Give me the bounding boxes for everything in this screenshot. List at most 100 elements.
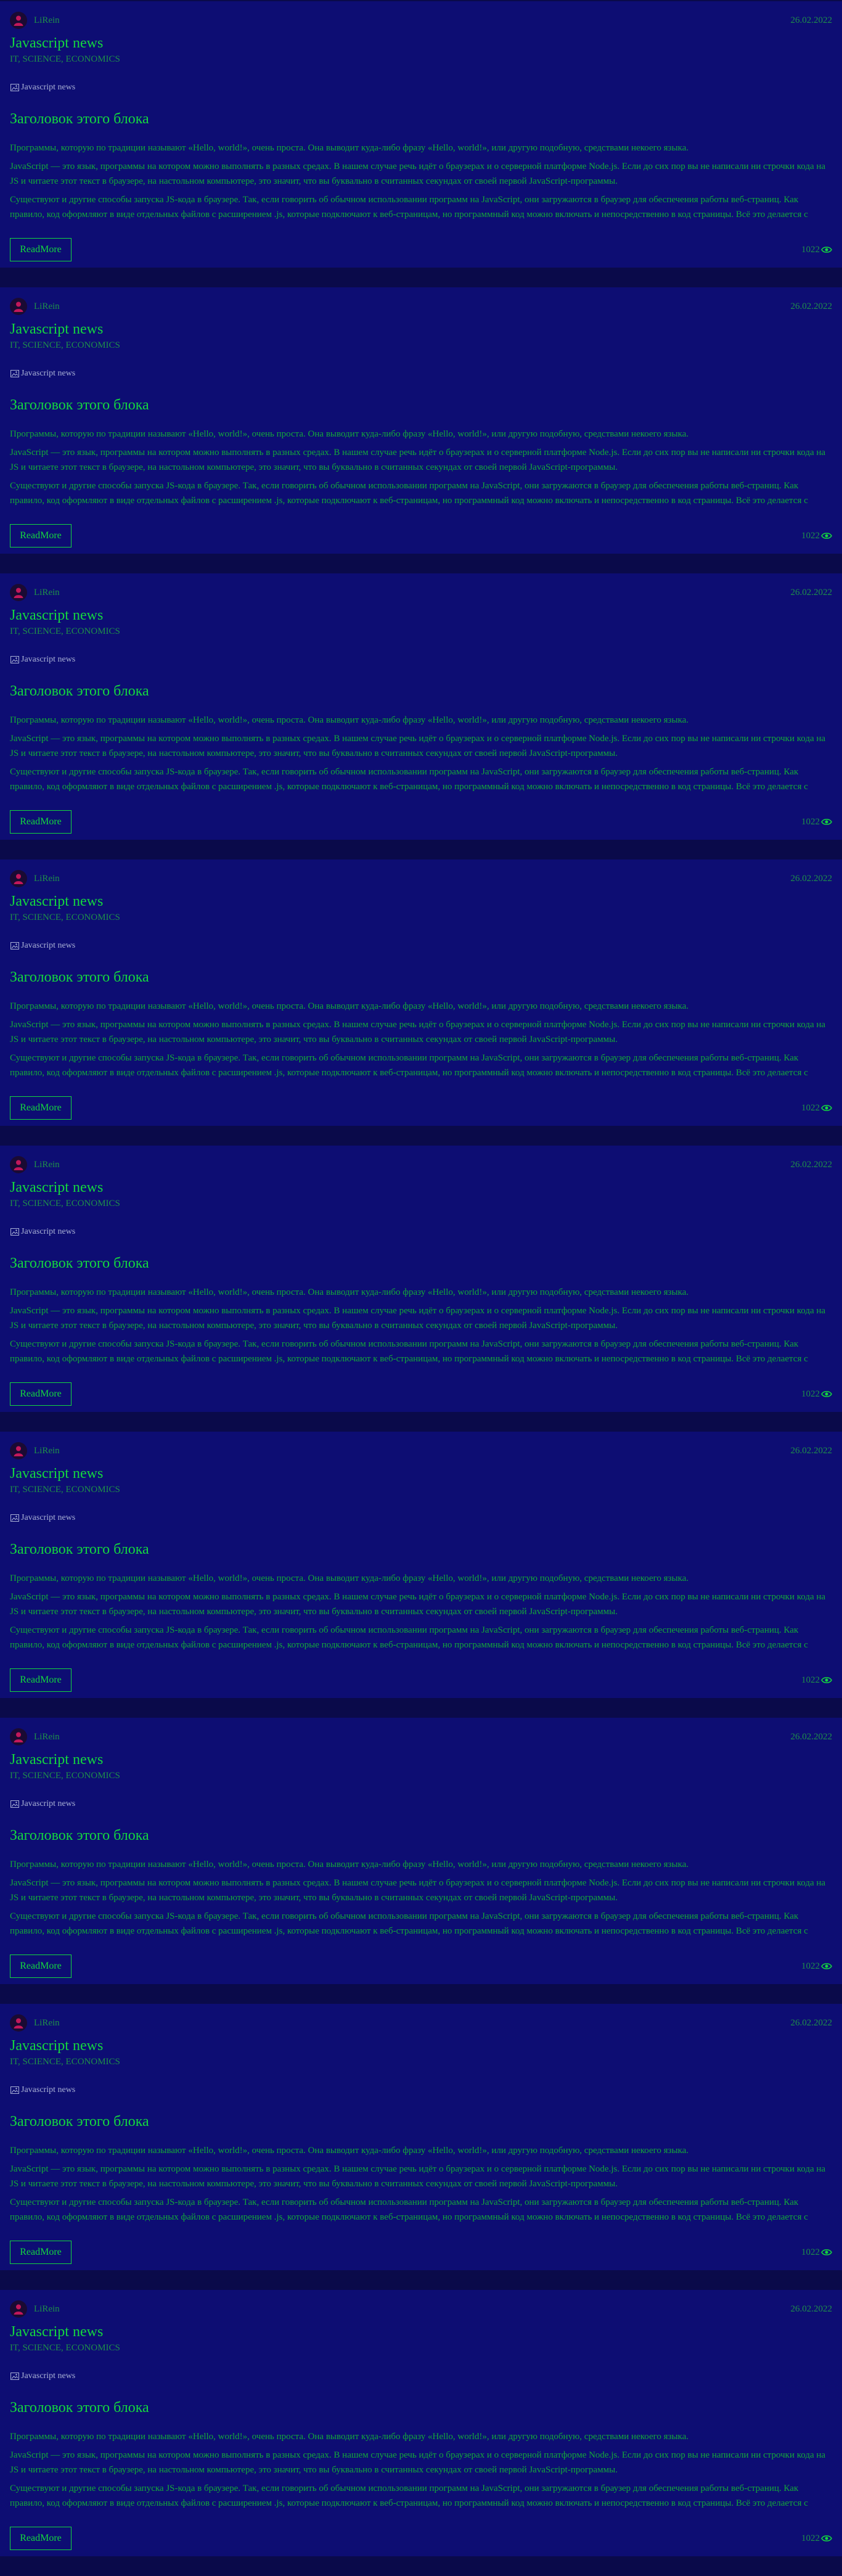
post-paragraph: JavaScript — это язык, программы на кото… — [10, 448, 826, 472]
author[interactable]: LiRein — [10, 870, 60, 887]
block-title: Заголовок этого блока — [10, 397, 149, 413]
views-count: 1022 — [801, 1675, 820, 1685]
post-header: LiRein 26.02.2022 — [10, 10, 832, 31]
post-paragraph: JavaScript — это язык, программы на кото… — [10, 2164, 826, 2189]
views-counter: 1022 — [801, 1389, 832, 1400]
author[interactable]: LiRein — [10, 2300, 60, 2318]
author[interactable]: LiRein — [10, 1442, 60, 1459]
post-image: Javascript news — [10, 2084, 832, 2096]
post-header: LiRein 26.02.2022 — [10, 1154, 832, 1175]
avatar[interactable] — [10, 1728, 27, 1745]
post-image-alt: Javascript news — [21, 1799, 76, 1808]
author-name[interactable]: LiRein — [34, 2018, 60, 2028]
post-header: LiRein 26.02.2022 — [10, 1726, 832, 1747]
avatar[interactable] — [10, 298, 27, 315]
post-header: LiRein 26.02.2022 — [10, 2299, 832, 2320]
post-title[interactable]: Javascript news — [10, 1751, 832, 1768]
author-name[interactable]: LiRein — [34, 2304, 60, 2315]
eye-icon — [821, 819, 832, 825]
author-name[interactable]: LiRein — [34, 15, 60, 26]
author-name[interactable]: LiRein — [34, 1446, 60, 1456]
read-more-button[interactable]: ReadMore — [10, 2527, 72, 2550]
post-title[interactable]: Javascript news — [10, 1465, 832, 1482]
views-counter: 1022 — [801, 2533, 832, 2544]
post-paragraph: Существуют и другие способы запуска JS-к… — [10, 2484, 808, 2508]
author-name[interactable]: LiRein — [34, 1160, 60, 1170]
post-title[interactable]: Javascript news — [10, 2037, 832, 2054]
author[interactable]: LiRein — [10, 12, 60, 29]
avatar[interactable] — [10, 2014, 27, 2032]
eye-icon — [821, 1963, 832, 1969]
read-more-button[interactable]: ReadMore — [10, 810, 72, 834]
author-name[interactable]: LiRein — [34, 588, 60, 598]
author[interactable]: LiRein — [10, 2014, 60, 2032]
views-count: 1022 — [801, 2533, 820, 2543]
post-body: Программы, которую по традиции называют … — [10, 999, 832, 1078]
read-more-button[interactable]: ReadMore — [10, 1955, 72, 1978]
author[interactable]: LiRein — [10, 1156, 60, 1173]
user-avatar-icon — [14, 301, 23, 312]
eye-icon — [821, 533, 832, 539]
author-name[interactable]: LiRein — [34, 874, 60, 884]
author-name[interactable]: LiRein — [34, 301, 60, 312]
post-tags: IT, SCIENCE, ECONOMICS — [10, 2057, 120, 2067]
read-more-button[interactable]: ReadMore — [10, 524, 72, 548]
post-body: Программы, которую по традиции называют … — [10, 1571, 832, 1650]
author[interactable]: LiRein — [10, 298, 60, 315]
read-more-button[interactable]: ReadMore — [10, 238, 72, 261]
views-count: 1022 — [801, 530, 820, 541]
avatar[interactable] — [10, 870, 27, 887]
post-paragraph: Программы, которую по традиции называют … — [10, 429, 689, 439]
block-title: Заголовок этого блока — [10, 2400, 149, 2416]
post-footer: ReadMore 1022 — [10, 1668, 832, 1692]
post-title[interactable]: Javascript news — [10, 321, 832, 338]
author[interactable]: LiRein — [10, 584, 60, 601]
avatar[interactable] — [10, 1442, 27, 1459]
post-paragraph: JavaScript — это язык, программы на кото… — [10, 1878, 826, 1903]
post-date: 26.02.2022 — [790, 873, 833, 884]
post-card: LiRein 26.02.2022 Javascript news IT, SC… — [0, 1718, 842, 1984]
post-paragraph: Существуют и другие способы запуска JS-к… — [10, 767, 808, 792]
post-date: 26.02.2022 — [790, 1159, 833, 1170]
post-title[interactable]: Javascript news — [10, 607, 832, 624]
views-counter: 1022 — [801, 1675, 832, 1686]
post-paragraph: Существуют и другие способы запуска JS-к… — [10, 195, 808, 219]
post-footer: ReadMore 1022 — [10, 2527, 832, 2550]
read-more-button[interactable]: ReadMore — [10, 1096, 72, 1120]
avatar[interactable] — [10, 1156, 27, 1173]
read-more-button[interactable]: ReadMore — [10, 1668, 72, 1692]
user-avatar-icon — [14, 1446, 23, 1456]
post-paragraph: JavaScript — это язык, программы на кото… — [10, 2450, 826, 2475]
post-tags: IT, SCIENCE, ECONOMICS — [10, 1485, 120, 1495]
post-title[interactable]: Javascript news — [10, 1179, 832, 1196]
post-body: Программы, которую по традиции называют … — [10, 2143, 832, 2222]
broken-image-icon — [10, 2086, 19, 2094]
author[interactable]: LiRein — [10, 1728, 60, 1745]
post-title[interactable]: Javascript news — [10, 2323, 832, 2340]
post-image-alt: Javascript news — [21, 369, 76, 378]
user-avatar-icon — [14, 15, 23, 26]
post-paragraph: Программы, которую по традиции называют … — [10, 2146, 689, 2156]
block-title: Заголовок этого блока — [10, 1827, 149, 1844]
read-more-button[interactable]: ReadMore — [10, 1382, 72, 1406]
post-card: LiRein 26.02.2022 Javascript news IT, SC… — [0, 859, 842, 1126]
views-count: 1022 — [801, 244, 820, 255]
user-avatar-icon — [14, 2304, 23, 2315]
post-image: Javascript news — [10, 1512, 832, 1524]
eye-icon — [821, 1105, 832, 1111]
avatar[interactable] — [10, 2300, 27, 2318]
post-header: LiRein 26.02.2022 — [10, 296, 832, 317]
post-paragraph: JavaScript — это язык, программы на кото… — [10, 1592, 826, 1617]
read-more-button[interactable]: ReadMore — [10, 2241, 72, 2264]
post-paragraph: JavaScript — это язык, программы на кото… — [10, 1020, 826, 1044]
broken-image-icon — [10, 2373, 19, 2380]
post-tags: IT, SCIENCE, ECONOMICS — [10, 913, 120, 922]
author-name[interactable]: LiRein — [34, 1732, 60, 1742]
post-image-alt: Javascript news — [21, 2371, 76, 2381]
avatar[interactable] — [10, 584, 27, 601]
post-title[interactable]: Javascript news — [10, 35, 832, 52]
post-title[interactable]: Javascript news — [10, 893, 832, 910]
block-title: Заголовок этого блока — [10, 1541, 149, 1557]
broken-image-icon — [10, 84, 19, 91]
avatar[interactable] — [10, 12, 27, 29]
